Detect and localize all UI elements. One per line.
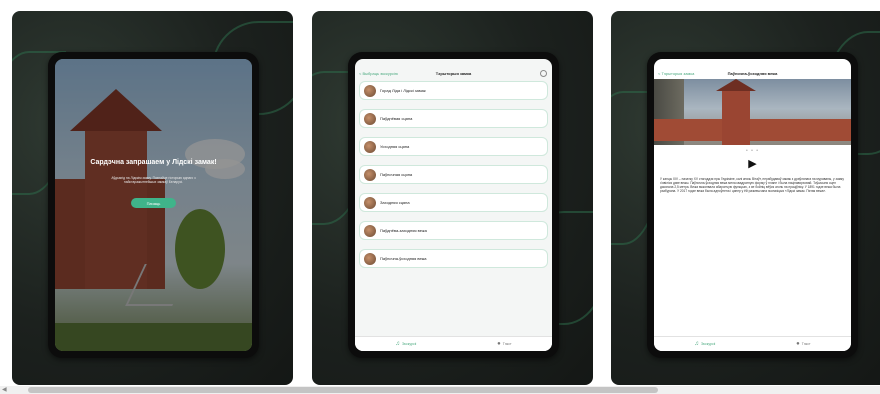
nav-title: Тэрыторыя замка	[435, 70, 472, 76]
list-item[interactable]: Заходняя сцяна	[359, 193, 548, 212]
scroll-left-icon[interactable]: ◀	[2, 386, 7, 394]
tab-label: Тэкст	[502, 342, 512, 346]
tab-bar: ♫ Экскурсіі ● Тэкст	[355, 336, 552, 351]
play-icon[interactable]: ▶	[654, 157, 851, 170]
welcome-title: Сардэчна запрашаем у Лідскі замак!	[90, 159, 217, 166]
ipad-frame: < Тэрыторыя замка Паўночна-ўсходняя вежа…	[647, 52, 858, 358]
headphones-icon: ♫	[694, 341, 699, 347]
list-item-label: Горад Ліда і Лідскі замак	[380, 88, 426, 93]
welcome-screen: Сардэчна запрашаем у Лідскі замак! Аўдыя…	[55, 59, 252, 351]
list-item-label: Заходняя сцяна	[380, 200, 410, 205]
screenshot-panel-welcome: Сардэчна запрашаем у Лідскі замак! Аўдыя…	[12, 11, 293, 385]
status-bar	[355, 59, 552, 67]
castle-wall	[654, 119, 851, 141]
thumbnail-image	[364, 196, 376, 209]
list-item[interactable]: Усходняя сцяна	[359, 137, 548, 156]
list-item-label: Паўночна-ўсходняя вежа	[380, 256, 427, 261]
list-item-label: Паўднёва-заходняя вежа	[380, 228, 427, 233]
screenshot-panel-list: < Выбраць экскурсію Тэрыторыя замка Гора…	[312, 11, 593, 385]
info-icon[interactable]	[540, 70, 547, 77]
description-text: У канцы XIV – пачатку XV стагоддзя пры Г…	[660, 177, 844, 194]
detail-screen: < Тэрыторыя замка Паўночна-ўсходняя вежа…	[654, 59, 851, 351]
text-icon: ●	[796, 341, 800, 347]
castle-photo[interactable]	[654, 79, 851, 145]
list-item[interactable]: Паўночна-ўсходняя вежа	[359, 249, 548, 268]
tab-text[interactable]: ● Тэкст	[796, 341, 810, 347]
nav-title: Паўночна-ўсходняя вежа	[727, 70, 778, 76]
nav-bar: < Выбраць экскурсію Тэрыторыя замка	[355, 67, 552, 79]
headphones-icon: ♫	[395, 341, 400, 347]
list-screen: < Выбраць экскурсію Тэрыторыя замка Гора…	[355, 59, 552, 351]
nav-bar: < Тэрыторыя замка Паўночна-ўсходняя вежа	[654, 67, 851, 79]
ipad-frame: Сардэчна запрашаем у Лідскі замак! Аўдыя…	[48, 52, 259, 358]
thumbnail-image	[364, 84, 376, 97]
thumbnail-image	[364, 112, 376, 125]
page-dots[interactable]: • • •	[654, 148, 851, 154]
castle-tower	[722, 89, 750, 145]
ipad-frame: < Выбраць экскурсію Тэрыторыя замка Гора…	[348, 52, 559, 358]
screenshot-panel-detail: < Тэрыторыя замка Паўночна-ўсходняя вежа…	[611, 11, 880, 385]
start-button[interactable]: Пачаць	[131, 198, 176, 208]
tower-roof	[716, 79, 756, 91]
tab-text[interactable]: ● Тэкст	[497, 341, 511, 347]
list-item[interactable]: Паўночная сцяна	[359, 165, 548, 184]
status-bar	[654, 59, 851, 67]
list-item[interactable]: Паўднёвая сцяна	[359, 109, 548, 128]
tab-excursions[interactable]: ♫ Экскурсіі	[694, 341, 715, 347]
tab-excursions[interactable]: ♫ Экскурсіі	[395, 341, 416, 347]
thumbnail-image	[364, 252, 376, 265]
list-item[interactable]: Горад Ліда і Лідскі замак	[359, 81, 548, 100]
tab-label: Тэкст	[801, 342, 811, 346]
location-list: Горад Ліда і Лідскі замак Паўднёвая сцян…	[355, 79, 552, 268]
list-item[interactable]: Паўднёва-заходняя вежа	[359, 221, 548, 240]
scroll-thumb[interactable]	[28, 387, 658, 393]
thumbnail-image	[364, 224, 376, 237]
tab-bar: ♫ Экскурсіі ● Тэкст	[654, 336, 851, 351]
tab-label: Экскурсіі	[401, 342, 417, 346]
list-item-label: Паўночная сцяна	[380, 172, 413, 177]
tab-label: Экскурсіі	[700, 342, 716, 346]
list-item-label: Усходняя сцяна	[380, 144, 410, 149]
text-icon: ●	[497, 341, 501, 347]
thumbnail-image	[364, 140, 376, 153]
list-item-label: Паўднёвая сцяна	[380, 116, 413, 121]
welcome-subtitle: Аўдыягід па Лідскім замку. Пазнайце гіст…	[111, 176, 196, 185]
thumbnail-image	[364, 168, 376, 181]
horizontal-scrollbar[interactable]: ◀	[0, 386, 880, 394]
